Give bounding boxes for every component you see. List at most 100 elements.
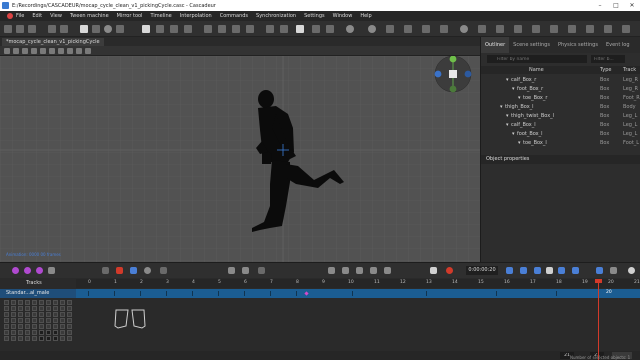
keyframe-marker[interactable] (304, 291, 309, 296)
view-mode-icon[interactable] (478, 25, 486, 33)
picker-cell[interactable] (11, 324, 16, 329)
go-to-end-icon[interactable] (572, 267, 579, 274)
picker-cell[interactable] (39, 336, 44, 341)
wireframe-icon[interactable] (568, 25, 576, 33)
rotate-tool-icon[interactable] (104, 25, 112, 33)
paste-pose-icon[interactable] (246, 25, 254, 33)
play-icon[interactable] (546, 267, 553, 274)
character-icon[interactable] (296, 25, 304, 33)
picker-cell[interactable] (46, 330, 51, 335)
menu-timeline[interactable]: Timeline (146, 13, 175, 19)
scale-icon[interactable] (40, 48, 46, 54)
delete-keys-icon[interactable] (370, 267, 377, 274)
timeline-options-icon[interactable] (258, 267, 265, 274)
picker-cell[interactable] (39, 300, 44, 305)
rotate-icon[interactable] (31, 48, 37, 54)
picker-cell[interactable] (11, 336, 16, 341)
picker-cell[interactable] (60, 312, 65, 317)
picker-cell[interactable] (11, 312, 16, 317)
outliner-row[interactable]: ▾ foot_Box_l Box Leg_L (481, 129, 640, 138)
picker-cell[interactable] (32, 336, 37, 341)
picker-cell[interactable] (11, 330, 16, 335)
picker-cell[interactable] (67, 330, 72, 335)
outliner-row[interactable]: ▾ calf_Box_r Box Leg_R (481, 75, 640, 84)
center-of-mass-icon[interactable] (326, 25, 334, 33)
pin-icon[interactable] (204, 25, 212, 33)
picker-cell[interactable] (32, 324, 37, 329)
picker-cell[interactable] (39, 318, 44, 323)
mirror-icon[interactable] (218, 25, 226, 33)
column-track[interactable]: Track (623, 67, 636, 73)
expand-arrow-icon[interactable]: ▾ (506, 113, 509, 119)
interpolate-icon[interactable] (242, 267, 249, 274)
tab-outliner[interactable]: Outliner (481, 37, 510, 53)
picker-cell[interactable] (25, 306, 30, 311)
menu-interpolation[interactable]: Interpolation (176, 13, 216, 19)
record-icon[interactable] (446, 267, 453, 274)
picker-cell[interactable] (18, 336, 23, 341)
picker-cell[interactable] (25, 336, 30, 341)
picker-cell[interactable] (46, 312, 51, 317)
picker-cell[interactable] (32, 300, 37, 305)
settings-icon[interactable] (460, 25, 468, 33)
picker-cell[interactable] (60, 324, 65, 329)
picker-cell[interactable] (32, 330, 37, 335)
picker-cell[interactable] (32, 312, 37, 317)
interval-icon[interactable] (130, 267, 137, 274)
picker-cell[interactable] (11, 318, 16, 323)
copy-keys-icon[interactable] (342, 267, 349, 274)
picker-cell[interactable] (67, 336, 72, 341)
picker-cell[interactable] (46, 336, 51, 341)
picker-cell[interactable] (11, 300, 16, 305)
pivot-icon[interactable] (67, 48, 73, 54)
fulcrum-icon[interactable] (170, 25, 178, 33)
picker-cell[interactable] (11, 306, 16, 311)
move-keys-icon[interactable] (328, 267, 335, 274)
picker-cell[interactable] (67, 306, 72, 311)
paste-keys-icon[interactable] (356, 267, 363, 274)
timeline-gear-icon[interactable] (628, 267, 635, 274)
picker-cell[interactable] (25, 312, 30, 317)
ghost-icon[interactable] (266, 25, 274, 33)
expand-arrow-icon[interactable]: ▾ (506, 122, 509, 128)
menu-help[interactable]: Help (356, 13, 375, 19)
picker-cell[interactable] (46, 300, 51, 305)
picker-cell[interactable] (46, 324, 51, 329)
outliner-row[interactable]: ▾ thigh_twist_Box_l Box Leg_L (481, 111, 640, 120)
picker-cell[interactable] (60, 330, 65, 335)
menu-view[interactable]: View (46, 13, 66, 19)
picker-cell[interactable] (46, 306, 51, 311)
render-icon[interactable] (440, 25, 448, 33)
picker-cell[interactable] (53, 312, 58, 317)
selection-mode-icon[interactable] (586, 25, 594, 33)
undo-icon[interactable] (48, 25, 56, 33)
expand-arrow-icon[interactable]: ▾ (512, 86, 515, 92)
picker-cell[interactable] (53, 300, 58, 305)
menu-commands[interactable]: Commands (216, 13, 252, 19)
picker-cell[interactable] (53, 330, 58, 335)
expand-arrow-icon[interactable]: ▾ (500, 104, 503, 110)
layers-icon[interactable] (404, 25, 412, 33)
menu-edit[interactable]: Edit (28, 13, 46, 19)
expand-arrow-icon[interactable]: ▾ (512, 131, 515, 137)
outliner-row[interactable]: ▾ thigh_Box_l Box Body (481, 102, 640, 111)
picker-cell[interactable] (4, 312, 9, 317)
picker-cell[interactable] (25, 324, 30, 329)
picker-cell[interactable] (60, 300, 65, 305)
viewport-menu-icon[interactable] (4, 48, 10, 54)
fullscreen-icon[interactable] (622, 25, 630, 33)
select-icon[interactable] (13, 48, 19, 54)
picker-cell[interactable] (4, 318, 9, 323)
lighting-icon[interactable] (532, 25, 540, 33)
document-tab[interactable]: *mocap_cycle_clean_v1_pickingCycle (2, 38, 104, 46)
picker-cell[interactable] (67, 300, 72, 305)
frame-ruler[interactable]: 0 1 2 3 4 5 6 7 8 9 10 11 12 13 14 15 16 17 18 19 20 21 (76, 279, 640, 288)
new-file-icon[interactable] (4, 25, 12, 33)
menu-mirror-tool[interactable]: Mirror tool (113, 13, 147, 19)
maximize-button[interactable]: □ (608, 0, 624, 11)
onion-skin-icon[interactable] (12, 267, 19, 274)
picker-cell[interactable] (4, 306, 9, 311)
filter-name-input[interactable] (487, 55, 587, 63)
panel-layout-icon[interactable] (604, 25, 612, 33)
interpolation-icon[interactable] (156, 25, 164, 33)
